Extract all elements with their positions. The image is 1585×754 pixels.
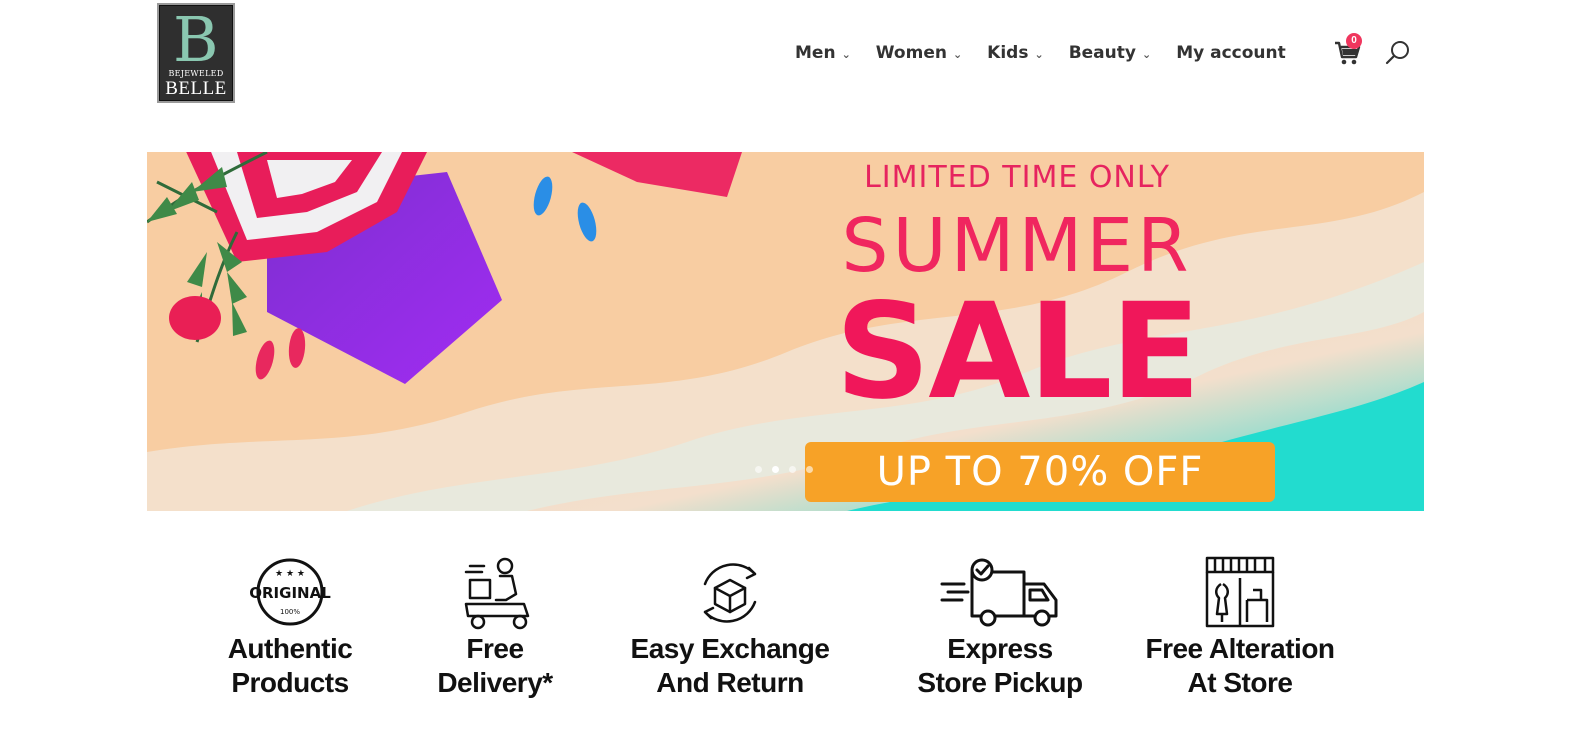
feature-line-2: At Store xyxy=(1187,667,1293,698)
logo-big-text: BELLE xyxy=(165,78,227,99)
nav-item-beauty[interactable]: Beauty ⌄ xyxy=(1069,43,1152,63)
storefront-icon xyxy=(1205,556,1275,628)
hero-banner[interactable]: LIMITED TIME ONLY SUMMER SALE UP TO 70% … xyxy=(147,152,1424,511)
nav-item-label: Men xyxy=(795,43,836,63)
nav-item-kids[interactable]: Kids ⌄ xyxy=(987,43,1044,63)
nav-item-my-account[interactable]: My account xyxy=(1176,43,1286,63)
svg-text:100%: 100% xyxy=(280,608,300,616)
nav-item-label: My account xyxy=(1176,43,1286,63)
banner-limited-text: LIMITED TIME ONLY xyxy=(864,160,1170,195)
svg-text:ORIGINAL: ORIGINAL xyxy=(249,584,331,602)
banner-sale-text: SALE xyxy=(835,275,1201,429)
feature-express-pickup: Express Store Pickup xyxy=(880,554,1120,700)
feature-line-2: And Return xyxy=(656,667,804,698)
feature-line-1: Free Alteration xyxy=(1145,633,1335,664)
feature-easy-exchange: Easy Exchange And Return xyxy=(610,554,850,700)
brand-logo[interactable]: B BEJEWELED BELLE xyxy=(157,3,235,103)
logo-small-text: BEJEWELED xyxy=(168,69,224,78)
slider-dot-active[interactable] xyxy=(772,466,779,473)
exchange-box-icon xyxy=(703,563,757,623)
feature-line-1: Express xyxy=(947,633,1053,664)
slider-dots xyxy=(755,466,823,473)
feature-line-2: Delivery* xyxy=(437,667,553,698)
delivery-truck-icon xyxy=(940,558,1058,627)
slider-dot[interactable] xyxy=(789,466,796,473)
cart-count-badge: 0 xyxy=(1346,33,1362,49)
feature-free-delivery: Free Delivery* xyxy=(405,554,585,700)
nav-item-label: Women xyxy=(875,43,947,63)
chevron-down-icon: ⌄ xyxy=(1141,47,1152,61)
banner-discount-text: UP TO 70% OFF xyxy=(805,442,1275,502)
chevron-down-icon: ⌄ xyxy=(841,47,851,61)
feature-line-1: Authentic xyxy=(227,633,353,664)
chevron-down-icon: ⌄ xyxy=(1034,47,1044,61)
main-nav: Men ⌄ Women ⌄ Kids ⌄ Beauty ⌄ My account xyxy=(795,38,1286,68)
feature-free-alteration: Free Alteration At Store xyxy=(1120,554,1360,700)
nav-item-men[interactable]: Men ⌄ xyxy=(795,43,851,63)
slider-dot[interactable] xyxy=(806,466,813,473)
logo-letter: B xyxy=(173,3,219,76)
feature-line-2: Store Pickup xyxy=(917,667,1083,698)
delivery-scooter-icon xyxy=(464,557,530,630)
nav-item-women[interactable]: Women ⌄ xyxy=(876,43,962,63)
chevron-down-icon: ⌄ xyxy=(952,47,963,61)
feature-authentic-products: ★ ★ ★ ORIGINAL 100% Authentic Products xyxy=(200,554,380,700)
feature-line-2: Products xyxy=(231,667,349,698)
feature-line-1: Free xyxy=(466,633,524,664)
nav-item-label: Beauty xyxy=(1068,43,1136,63)
slider-dot[interactable] xyxy=(755,466,762,473)
nav-item-label: Kids xyxy=(987,43,1029,63)
original-seal-icon: ★ ★ ★ ORIGINAL 100% xyxy=(249,558,331,626)
feature-line-1: Easy Exchange xyxy=(630,633,830,664)
search-icon[interactable] xyxy=(1385,40,1411,66)
svg-text:★ ★ ★: ★ ★ ★ xyxy=(275,569,305,579)
